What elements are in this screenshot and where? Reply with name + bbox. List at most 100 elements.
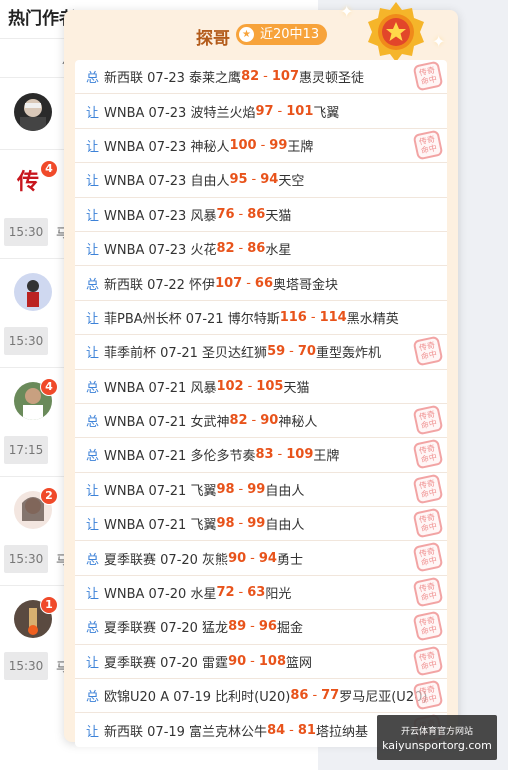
score-separator: - (289, 344, 294, 360)
away-team: 自由人 (265, 518, 305, 534)
score-separator: - (247, 378, 253, 394)
away-score: 86 (247, 241, 266, 257)
score-separator: - (263, 69, 268, 85)
pick-match-text: 新西联 07-23 泰莱之鹰 (104, 71, 242, 87)
pick-row[interactable]: 让菲PBA州长杯 07-21 博尔特斯 116-114 黑水精英 (75, 301, 447, 336)
hit-stamp-icon: 传奇命中 (412, 542, 444, 573)
score-separator: - (312, 688, 318, 704)
pick-match-text: WNBA 07-20 水星 (104, 587, 217, 603)
pick-type-label: 让 (86, 311, 100, 327)
hit-stamp-icon: 传奇命中 (412, 60, 444, 92)
score-separator: - (289, 722, 294, 738)
score-separator: - (250, 619, 255, 635)
away-team: 掘金 (276, 621, 303, 637)
home-score: 97 (255, 103, 274, 119)
away-team: 自由人 (265, 483, 305, 499)
sparkle-icon: ✦ (340, 2, 354, 21)
home-score: 83 (255, 447, 274, 463)
pick-match-text: 夏季联赛 07-20 雷霆 (104, 655, 229, 671)
pick-match-text: 菲PBA州长杯 07-21 博尔特斯 (104, 311, 280, 327)
away-score: 99 (247, 481, 266, 497)
pick-row[interactable]: 让 WNBA 07-20 水星 72-63 阳光 传奇 命中 (75, 576, 447, 611)
score-separator: - (277, 447, 283, 463)
score-separator: - (277, 103, 283, 119)
pick-match-text: WNBA 07-23 风暴 (104, 208, 217, 224)
hit-stamp-icon: 传奇命中 (412, 679, 444, 711)
home-score: 90 (228, 550, 247, 566)
home-score: 89 (228, 619, 247, 635)
time-chip: 17:15 (4, 436, 48, 464)
away-score: 63 (247, 585, 266, 601)
pick-type-label: 总 (86, 277, 100, 293)
watermark-line1: 开云体育官方网站 (400, 727, 473, 737)
pick-match-text: WNBA 07-21 风暴 (104, 380, 217, 396)
home-score: 95 (229, 172, 248, 188)
pick-row[interactable]: 让 WNBA 07-23 自由人 95-94 天空 (75, 163, 447, 198)
away-score: 86 (247, 206, 266, 222)
score-separator: - (246, 275, 251, 291)
pick-row[interactable]: 让 WNBA 07-23 波特兰火焰 97-101 飞翼 (75, 94, 447, 129)
pick-row[interactable]: 总欧锦U20 A 07-19 比利时(U20) 86-77 罗马尼亚(U20) 传奇命… (75, 679, 447, 714)
home-score: 107 (215, 275, 243, 291)
pick-match-text: 夏季联赛 07-20 猛龙 (104, 621, 229, 637)
home-score: 98 (216, 516, 235, 532)
pick-match-text: 夏季联赛 07-20 灰熊 (104, 552, 229, 568)
away-team: 王牌 (313, 449, 340, 465)
home-score: 84 (267, 722, 286, 738)
pick-row[interactable]: 让 WNBA 07-21 飞翼 98-99 自由人 传奇 命中 (75, 507, 447, 542)
pick-type-label: 让 (86, 346, 100, 362)
score-separator: - (250, 550, 255, 566)
expert-name: 探哥 (196, 29, 230, 49)
home-score: 100 (229, 137, 257, 153)
score-separator: - (238, 206, 244, 222)
avatar[interactable] (14, 93, 52, 131)
watermark: 开云体育官方网站 kaiyunsportorg.com (377, 715, 497, 760)
away-score: 94 (260, 172, 279, 188)
score-separator: - (238, 241, 244, 257)
time-chip: 15:30 (4, 652, 48, 680)
pick-match-text: 新西联 07-22 怀伊 (104, 277, 216, 293)
pick-row[interactable]: 总新西联 07-23 泰莱之鹰 82-107 惠灵顿圣徒 传奇 命中 (75, 60, 447, 95)
away-score: 96 (258, 619, 277, 635)
pick-row[interactable]: 让 WNBA 07-23 风暴 76-86 天猫 (75, 198, 447, 232)
pick-match-text: 欧锦U20 A 07-19 比利时(U20) (104, 690, 291, 706)
record-badge: ★ 近20中13 (236, 24, 328, 45)
pick-type-label: 总 (86, 690, 100, 706)
pick-row[interactable]: 总夏季联赛 07-20 灰熊 90-94 勇士 传奇 命中 (75, 541, 447, 576)
pick-row[interactable]: 让 WNBA 07-23 火花 82-86 水星 (75, 232, 447, 267)
away-score: 99 (247, 516, 266, 532)
pick-row[interactable]: 总 WNBA 07-21 风暴 102-105 天猫 (75, 370, 447, 404)
pick-match-text: WNBA 07-21 女武神 (104, 415, 230, 431)
home-score: 59 (267, 344, 286, 360)
away-score: 114 (319, 309, 347, 325)
svg-text:传: 传 (16, 170, 39, 195)
pick-row[interactable]: 总新西联 07-22 怀伊 107-66 奥塔哥金块 (75, 266, 447, 301)
home-score: 90 (228, 653, 247, 669)
hit-stamp-icon: 传奇命中 (412, 438, 444, 470)
score-separator: - (260, 137, 266, 153)
pick-type-label: 让 (86, 139, 100, 155)
pick-row[interactable]: 让 WNBA 07-23 神秘人 100-99 王牌 传奇 命中 (75, 129, 447, 164)
pick-row[interactable]: 让 WNBA 07-21 飞翼 98-99 自由人 传奇 命中 (75, 473, 447, 508)
hit-stamp-icon: 传奇命中 (412, 576, 444, 608)
home-score: 76 (216, 206, 235, 222)
notification-badge: 2 (40, 487, 58, 505)
pick-type-label: 让 (86, 655, 100, 671)
time-chip: 15:30 (4, 545, 48, 573)
score-separator: - (310, 309, 316, 325)
star-icon: ★ (239, 27, 254, 42)
pick-row[interactable]: 总夏季联赛 07-20 猛龙 89-96 掘金 传奇 命中 (75, 610, 447, 645)
pick-row[interactable]: 总 WNBA 07-21 女武神 82-90 神秘人 传奇 命中 (75, 404, 447, 439)
home-score: 82 (229, 413, 248, 429)
avatar[interactable] (14, 273, 52, 311)
away-team: 天空 (278, 174, 305, 190)
away-team: 天猫 (265, 208, 292, 224)
home-score: 72 (216, 585, 235, 601)
pick-row[interactable]: 让菲季前杯 07-21 圣贝达红狮 59-70 重型轰炸机 传奇 命中 (75, 335, 447, 370)
pick-row[interactable]: 让夏季联赛 07-20 雷霆 90-108 篮网 传奇 命中 (75, 645, 447, 680)
pick-row[interactable]: 总 WNBA 07-21 多伦多节奏 83-109 王牌 传奇 命中 (75, 438, 447, 473)
away-team: 阳光 (265, 587, 292, 603)
away-team: 王牌 (287, 139, 314, 155)
away-team: 塔拉纳基 (315, 724, 368, 740)
home-score: 98 (216, 481, 235, 497)
